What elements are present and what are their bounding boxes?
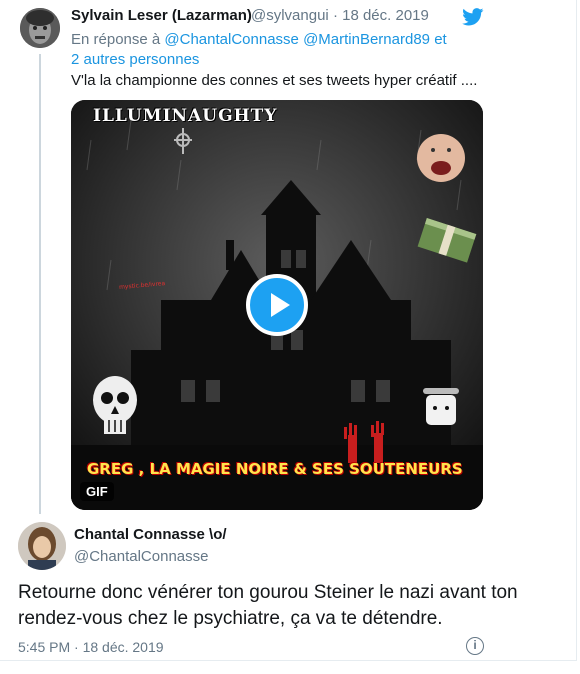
- tweet-text: Retourne donc vénérer ton gourou Steiner…: [18, 582, 518, 629]
- play-button[interactable]: [246, 274, 308, 336]
- tweet-text: V'la la championne des connes et ses twe…: [71, 72, 478, 89]
- thread-connector-line: [39, 54, 41, 514]
- info-icon[interactable]: i: [466, 637, 484, 655]
- separator-dot: ·: [332, 7, 338, 24]
- avatar-chantal[interactable]: [18, 522, 66, 570]
- mention-martin-link[interactable]: @MartinBernard89: [303, 31, 430, 48]
- reply-context: En réponse à @ChantalConnasse @MartinBer…: [71, 30, 451, 70]
- author-handle[interactable]: @ChantalConnasse: [74, 548, 208, 565]
- avatar-sylvain[interactable]: [20, 8, 60, 48]
- gif-media[interactable]: mystic.be/ivrea ILLUMINAUGHTY GREG , LA …: [71, 100, 483, 510]
- avatar-image: [18, 522, 66, 570]
- mention-chantal-link[interactable]: @ChantalConnasse: [164, 31, 298, 48]
- avatar-image: [20, 8, 60, 48]
- twitter-bird-icon[interactable]: [462, 8, 484, 26]
- author-name[interactable]: Chantal Connasse \o/: [74, 526, 227, 543]
- gif-overlay-caption: GREG , LA MAGIE NOIRE & SES SOUTENEURS: [87, 460, 463, 478]
- play-icon: [271, 293, 290, 317]
- author-name[interactable]: Sylvain Leser (Lazarman): [71, 7, 252, 24]
- reply-prefix: En réponse à: [71, 31, 161, 48]
- handle-text[interactable]: @sylvangui: [251, 7, 329, 24]
- gif-badge: GIF: [80, 482, 114, 501]
- tweet-date[interactable]: 18 déc. 2019: [342, 7, 429, 24]
- gif-overlay-title: ILLUMINAUGHTY: [93, 106, 278, 126]
- tweet-timestamp[interactable]: 5:45 PM · 18 déc. 2019: [18, 639, 164, 655]
- author-handle[interactable]: @sylvangui · 18 déc. 2019: [251, 7, 429, 24]
